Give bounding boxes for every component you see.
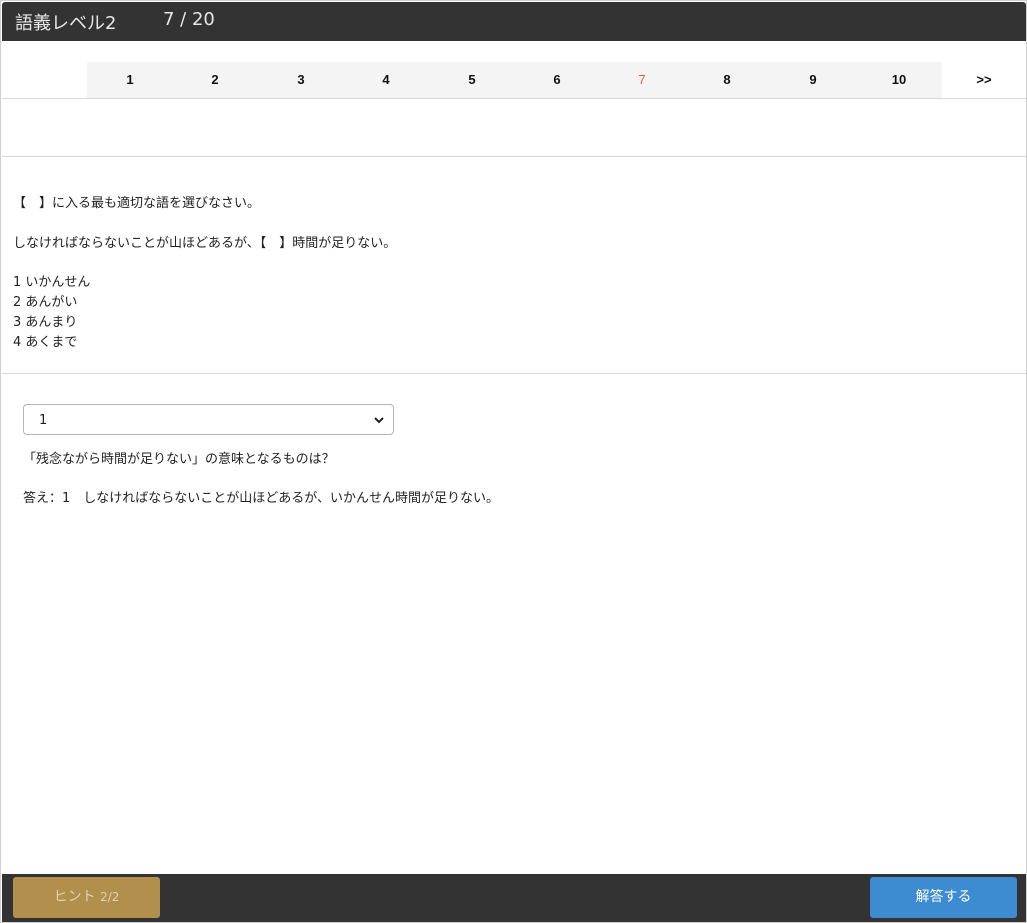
page-link-8[interactable]: 8 — [707, 62, 747, 98]
quiz-title: 語義レベル2 — [15, 13, 117, 34]
page-link-1[interactable]: 1 — [110, 62, 150, 98]
question-sentence: しなければならないことが山ほどあるが、【 】時間が足りない。 — [13, 236, 397, 251]
option-1: 1 いかんせん — [13, 275, 91, 290]
next-pages-button[interactable]: >> — [964, 62, 1004, 98]
header-bar: 語義レベル2 7 / 20 — [2, 2, 1026, 41]
option-3: 3 あんまり — [13, 315, 78, 330]
divider — [2, 98, 1026, 99]
answer-select-value: 1 — [39, 413, 48, 428]
option-4: 4 あくまで — [13, 335, 78, 350]
page-link-7-current[interactable]: 7 — [622, 62, 662, 98]
page-link-6[interactable]: 6 — [537, 62, 577, 98]
page-link-2[interactable]: 2 — [195, 62, 235, 98]
quiz-frame: 語義レベル2 7 / 20 1 2 3 4 5 6 7 8 9 10 >> 【 … — [0, 0, 1027, 923]
chevron-down-icon — [374, 417, 384, 424]
page-link-5[interactable]: 5 — [452, 62, 492, 98]
submit-answer-button[interactable]: 解答する — [870, 877, 1017, 918]
quiz-progress: 7 / 20 — [163, 9, 215, 30]
hint-button-label: ヒント — [53, 889, 96, 905]
page-link-10[interactable]: 10 — [879, 62, 919, 98]
page-link-9[interactable]: 9 — [793, 62, 833, 98]
divider — [2, 156, 1026, 157]
hint-text: 「残念ながら時間が足りない」の意味となるものは？ — [23, 452, 335, 467]
answer-text: 答え：1 しなければならないことが山ほどあるが、いかんせん時間が足りない。 — [23, 491, 500, 506]
option-2: 2 あんがい — [13, 295, 78, 310]
page-link-3[interactable]: 3 — [281, 62, 321, 98]
page-link-4[interactable]: 4 — [366, 62, 406, 98]
answer-select[interactable]: 1 — [23, 404, 394, 435]
divider — [2, 373, 1026, 374]
hint-count: 2/2 — [100, 890, 120, 904]
hint-button[interactable]: ヒント 2/2 — [13, 877, 160, 918]
question-instruction: 【 】に入る最も適切な語を選びなさい。 — [13, 196, 261, 211]
footer-bar: ヒント 2/2 解答する — [2, 874, 1026, 922]
page-navigation: 1 2 3 4 5 6 7 8 9 10 — [87, 62, 942, 98]
